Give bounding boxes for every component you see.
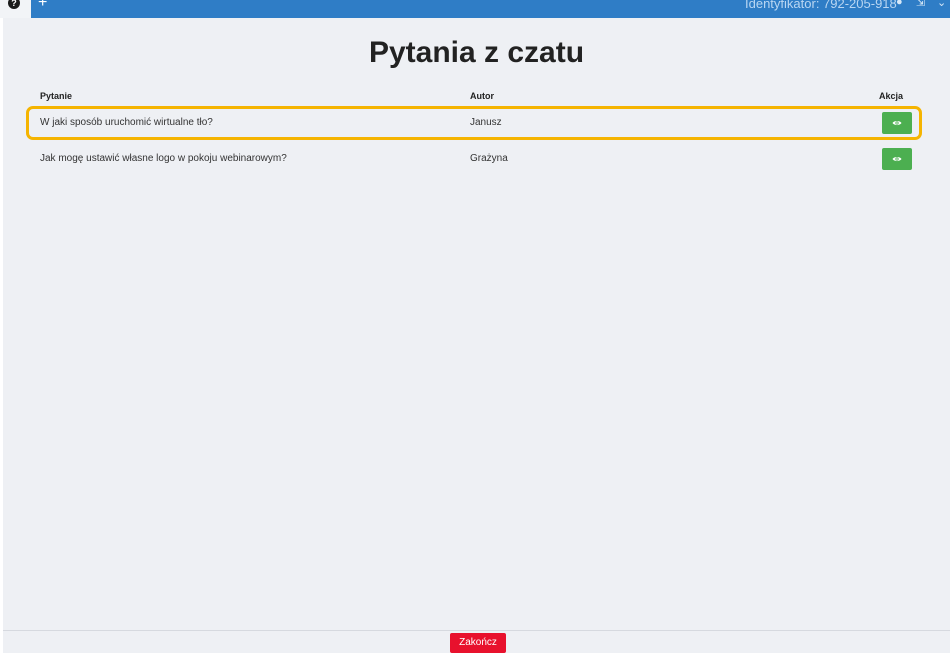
plus-icon[interactable]: + — [38, 0, 47, 12]
question-text: Jak mogę ustawić własne logo w pokoju we… — [40, 153, 287, 164]
column-header-question: Pytanie — [40, 91, 73, 101]
top-bar: ? + Identyfikator: 792-205-918 ● ⇲ ⌄ — [0, 0, 950, 18]
finish-button[interactable]: Zakończ — [450, 633, 506, 653]
question-circle-icon: ? — [8, 0, 20, 9]
column-header-author: Autor — [470, 91, 494, 101]
column-header-action: Akcja — [879, 91, 904, 101]
chat-questions-panel: Pytania z czatu Pytanie Autor Akcja W ja… — [3, 18, 950, 630]
view-question-button[interactable] — [882, 112, 912, 134]
footer-bar: Zakończ — [3, 630, 950, 653]
question-text: W jaki sposób uruchomić wirtualne tło? — [40, 117, 213, 128]
page-title: Pytania z czatu — [368, 36, 585, 69]
help-button[interactable]: ? — [0, 0, 31, 18]
view-question-button[interactable] — [882, 148, 912, 170]
speaker-icon[interactable]: ● — [896, 0, 903, 8]
table-row: Jak mogę ustawić własne logo w pokoju we… — [32, 145, 920, 173]
eye-icon — [892, 156, 902, 162]
table-row: W jaki sposób uruchomić wirtualne tło? J… — [26, 106, 922, 140]
room-identifier: Identyfikator: 792-205-918 — [745, 0, 897, 11]
expand-icon[interactable]: ⇲ — [916, 0, 925, 9]
author-name: Grażyna — [470, 153, 508, 164]
eye-icon — [892, 120, 902, 126]
author-name: Janusz — [470, 117, 502, 128]
chevron-down-icon[interactable]: ⌄ — [937, 0, 946, 9]
